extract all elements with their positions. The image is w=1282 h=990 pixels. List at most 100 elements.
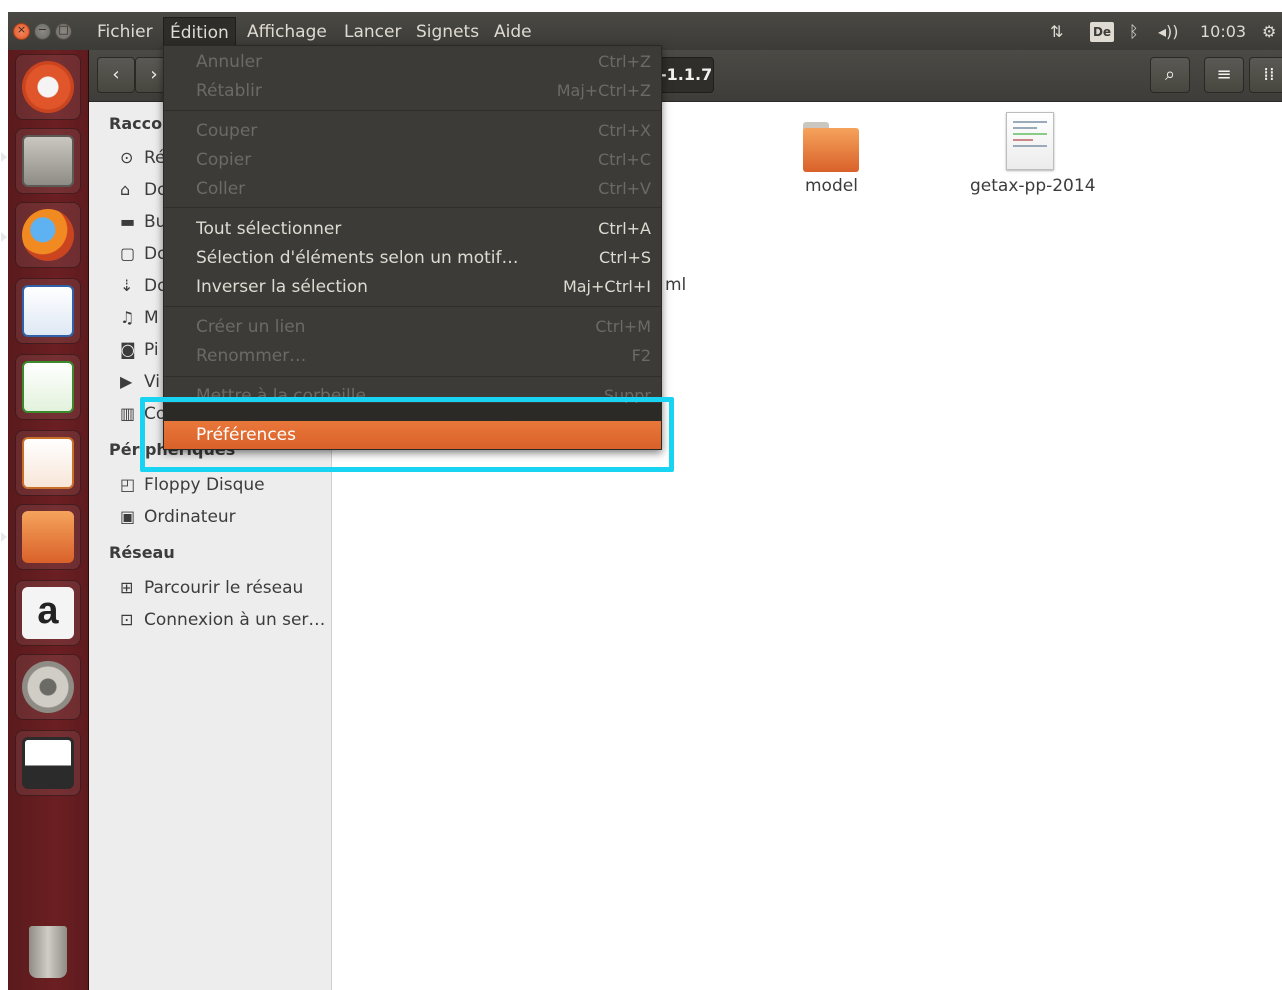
menu-separator (164, 207, 661, 208)
sidebar-header-network: Réseau (109, 543, 175, 562)
floppy-icon: ◰ (120, 475, 136, 494)
menu-item-copier[interactable]: Copier Ctrl+C (164, 146, 661, 174)
clock[interactable]: 10:03 (1200, 17, 1246, 47)
launcher-amazon-button[interactable]: a (15, 580, 81, 646)
highlight-callout-box (140, 397, 674, 472)
running-indicator (1, 232, 7, 242)
launcher-calc-button[interactable] (15, 354, 81, 420)
search-icon: ⌕ (1164, 64, 1176, 85)
sidebar-item-label: Ordinateur (144, 507, 236, 527)
menu-separator (164, 306, 661, 307)
sidebar-item-label: Pi (144, 340, 159, 360)
menu-item-annuler[interactable]: Annuler Ctrl+Z (164, 48, 661, 76)
sidebar-item-label: Vi (144, 372, 160, 392)
window-maximize-button[interactable]: □ (55, 23, 72, 40)
launcher-software-center-button[interactable] (15, 504, 81, 570)
file-item-model[interactable] (801, 120, 861, 172)
launcher-files-button[interactable] (15, 128, 81, 194)
sidebar-item-label: Floppy Disque (144, 475, 265, 495)
edit-menu-dropdown: Annuler Ctrl+Z Rétablir Maj+Ctrl+Z Couper C… (163, 45, 662, 450)
menu-signets[interactable]: Signets (410, 17, 485, 47)
menu-item-label: Couper (196, 121, 258, 141)
launcher: a (1, 50, 89, 990)
menu-item-tout-selectionner[interactable]: Tout sélectionner Ctrl+A (164, 215, 661, 243)
menu-separator (164, 376, 661, 377)
back-button[interactable]: ‹ (97, 57, 135, 93)
grid-view-button[interactable]: ⁞⁞ (1249, 57, 1282, 93)
menu-item-inverser-selection[interactable]: Inverser la sélection Maj+Ctrl+I (164, 273, 661, 301)
menu-lancer[interactable]: Lancer (338, 17, 407, 47)
sidebar-header-shortcuts: Racco (109, 114, 163, 133)
gear-icon[interactable]: ⚙ (1262, 17, 1276, 47)
menu-item-label: Coller (196, 179, 246, 199)
sidebar-item-desktop[interactable]: ▬ Bu (120, 210, 166, 234)
menu-separator (164, 110, 661, 111)
camera-icon: ◙ (120, 340, 136, 359)
sidebar-item-videos[interactable]: ▶ Vi (120, 370, 160, 394)
menu-item-shortcut: Maj+Ctrl+I (562, 277, 651, 296)
volume-icon[interactable]: ◂)) (1158, 17, 1179, 47)
system-settings-icon (22, 661, 74, 713)
menu-item-selection-motif[interactable]: Sélection d'éléments selon un motif… Ctrl… (164, 244, 661, 272)
download-icon: ⇣ (120, 276, 134, 295)
window-minimize-button[interactable]: − (34, 23, 51, 40)
computer-icon: ▣ (120, 507, 136, 526)
menu-item-renommer[interactable]: Renommer… F2 (164, 342, 661, 370)
sidebar-item-downloads[interactable]: ⇣ Do (120, 274, 168, 298)
menu-item-coller[interactable]: Coller Ctrl+V (164, 175, 661, 203)
launcher-impress-button[interactable] (15, 430, 81, 496)
maximize-icon: □ (58, 23, 69, 36)
launcher-settings-button[interactable] (15, 654, 81, 720)
menu-fichier[interactable]: Fichier (91, 17, 159, 47)
folder-icon (801, 120, 861, 172)
network-transfer-icon[interactable]: ⇅ (1050, 17, 1063, 47)
ubuntu-logo-icon (22, 61, 74, 113)
minimize-icon: − (37, 23, 48, 36)
grid-view-icon: ⁞⁞ (1263, 64, 1275, 85)
launcher-firefox-button[interactable] (15, 202, 81, 268)
window-close-button[interactable]: × (13, 23, 30, 40)
menu-item-retablir[interactable]: Rétablir Maj+Ctrl+Z (164, 77, 661, 105)
sidebar-item-floppy[interactable]: ◰ Floppy Disque (120, 473, 265, 497)
writer-document-icon (22, 285, 74, 337)
search-button[interactable]: ⌕ (1150, 57, 1190, 93)
bluetooth-icon[interactable]: ᛒ (1129, 17, 1139, 47)
menu-item-label: Annuler (196, 52, 263, 72)
launcher-trash-button[interactable] (15, 920, 81, 986)
sidebar-item-documents[interactable]: ▢ Do (120, 242, 168, 266)
menu-item-shortcut: Ctrl+V (598, 179, 651, 198)
keyboard-layout-indicator[interactable]: De (1090, 22, 1114, 42)
sidebar-item-connect-server[interactable]: ⊡ Connexion à un ser… (120, 608, 325, 632)
menu-item-label: Renommer… (196, 346, 307, 366)
firefox-icon (22, 209, 74, 261)
menu-affichage[interactable]: Affichage (241, 17, 333, 47)
menu-item-shortcut: Ctrl+C (597, 150, 651, 169)
document-icon: ▢ (120, 244, 136, 263)
calc-spreadsheet-icon (22, 361, 74, 413)
sidebar-item-home[interactable]: ⌂ Do (120, 178, 168, 202)
network-icon: ⊞ (120, 578, 134, 597)
menu-item-shortcut: F2 (631, 346, 651, 365)
sidebar-item-pictures[interactable]: ◙ Pi (120, 338, 159, 362)
video-icon: ▶ (120, 372, 133, 391)
sidebar-item-recent[interactable]: ⊙ Ré (120, 146, 166, 170)
launcher-writer-button[interactable] (15, 278, 81, 344)
menu-item-couper[interactable]: Couper Ctrl+X (164, 117, 661, 145)
menu-edition[interactable]: Édition (163, 17, 236, 47)
launcher-floppy-button[interactable] (15, 730, 81, 796)
amazon-icon: a (22, 587, 74, 639)
menu-item-label: Créer un lien (196, 317, 306, 337)
list-view-button[interactable]: ≡ (1204, 57, 1244, 93)
software-center-icon (22, 511, 74, 563)
menu-item-creer-lien[interactable]: Créer un lien Ctrl+M (164, 313, 661, 341)
launcher-dash-button[interactable] (15, 54, 81, 120)
file-label-partial: ml (665, 275, 687, 295)
sidebar-item-music[interactable]: ♫ M (120, 306, 159, 330)
sidebar-item-computer[interactable]: ▣ Ordinateur (120, 505, 236, 529)
running-indicator (1, 152, 7, 162)
sidebar-item-browse-network[interactable]: ⊞ Parcourir le réseau (120, 576, 303, 600)
trash-can-icon (29, 926, 67, 978)
file-label: getax-pp-2014 (970, 176, 1096, 196)
file-item-getax[interactable] (1006, 112, 1054, 170)
menu-aide[interactable]: Aide (488, 17, 538, 47)
